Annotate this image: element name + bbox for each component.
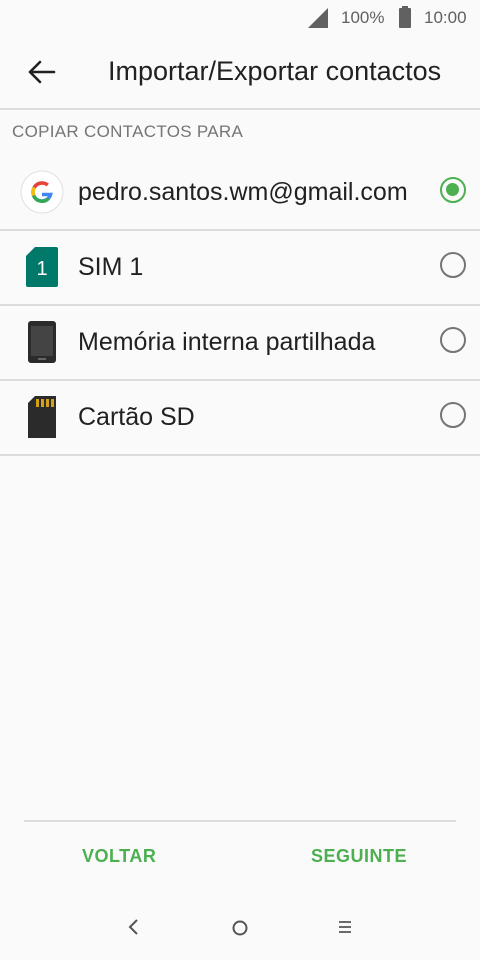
nav-menu-icon[interactable] bbox=[337, 918, 353, 941]
sd-card-icon bbox=[20, 395, 64, 439]
destination-list: pedro.santos.wm@gmail.com 1 SIM 1 Memóri… bbox=[0, 156, 480, 456]
sim-number: 1 bbox=[36, 258, 47, 280]
nav-home-icon[interactable] bbox=[231, 919, 249, 942]
google-icon bbox=[20, 170, 64, 214]
option-label: SIM 1 bbox=[78, 253, 144, 281]
phone-icon bbox=[20, 320, 64, 364]
status-bar: 100% 10:00 bbox=[0, 0, 480, 36]
clock: 10:00 bbox=[424, 8, 467, 27]
app-bar: Importar/Exportar contactos bbox=[0, 36, 480, 108]
option-sim[interactable]: 1 SIM 1 bbox=[0, 231, 480, 306]
option-internal-storage[interactable]: Memória interna partilhada bbox=[0, 306, 480, 381]
system-nav-bar bbox=[0, 900, 480, 960]
battery-icon bbox=[398, 6, 412, 33]
signal-icon bbox=[306, 7, 330, 34]
next-button[interactable]: SEGUINTE bbox=[311, 846, 407, 867]
option-google-account[interactable]: pedro.santos.wm@gmail.com bbox=[0, 156, 480, 231]
page-title: Importar/Exportar contactos bbox=[108, 56, 442, 86]
divider bbox=[0, 108, 480, 110]
back-arrow-button[interactable] bbox=[18, 48, 66, 96]
section-header: COPIAR CONTACTOS PARA bbox=[12, 122, 244, 141]
radio-selected[interactable] bbox=[440, 177, 466, 203]
option-label: Memória interna partilhada bbox=[78, 328, 376, 356]
back-arrow-icon bbox=[28, 60, 56, 84]
radio-unselected[interactable] bbox=[440, 327, 466, 353]
sim-card-icon: 1 bbox=[20, 245, 64, 289]
radio-unselected[interactable] bbox=[440, 402, 466, 428]
nav-back-icon[interactable] bbox=[126, 916, 140, 943]
option-label: pedro.santos.wm@gmail.com bbox=[78, 178, 408, 206]
radio-unselected[interactable] bbox=[440, 252, 466, 278]
battery-percent: 100% bbox=[341, 8, 385, 27]
divider bbox=[24, 820, 456, 822]
back-button[interactable]: VOLTAR bbox=[82, 846, 156, 867]
option-sd-card[interactable]: Cartão SD bbox=[0, 381, 480, 456]
option-label: Cartão SD bbox=[78, 403, 195, 431]
